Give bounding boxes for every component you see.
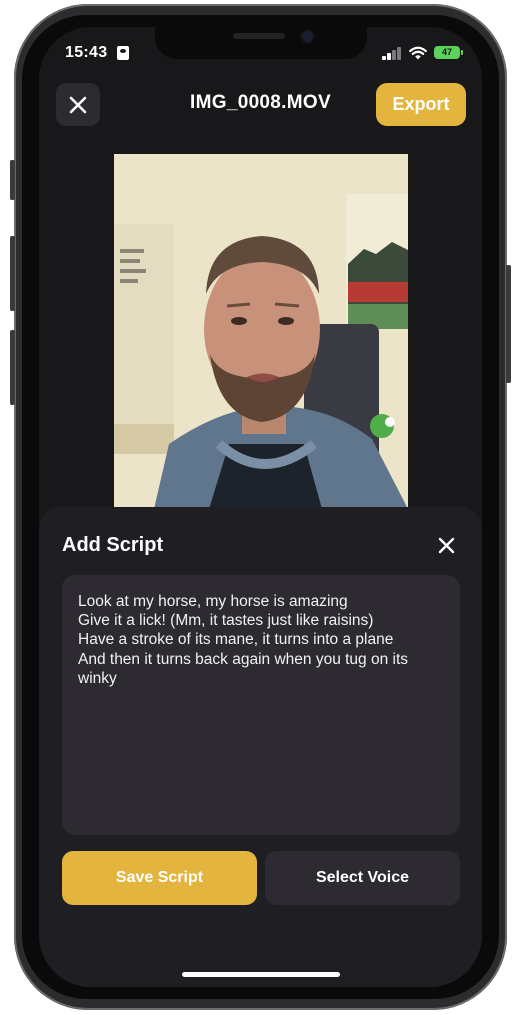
add-script-sheet: Add Script Look at my horse, my horse is…: [39, 507, 482, 987]
volume-up-button: [10, 236, 15, 311]
page-title: IMG_0008.MOV: [190, 92, 331, 113]
select-voice-button[interactable]: Select Voice: [265, 851, 460, 905]
video-frame-image: [114, 154, 408, 509]
script-textarea[interactable]: Look at my horse, my horse is amazing Gi…: [62, 575, 460, 835]
sheet-title: Add Script: [62, 534, 164, 556]
save-script-button[interactable]: Save Script: [62, 851, 257, 905]
silent-switch: [10, 160, 15, 200]
close-icon: [438, 537, 454, 553]
volume-down-button: [10, 330, 15, 405]
close-button[interactable]: [56, 83, 100, 126]
close-icon: [69, 96, 87, 113]
sheet-close-button[interactable]: [433, 532, 459, 558]
video-preview[interactable]: [114, 154, 408, 509]
earpiece-speaker: [233, 33, 285, 39]
id-card-icon: [117, 46, 129, 60]
front-camera: [302, 31, 313, 42]
wifi-icon: [409, 46, 427, 60]
notch: [155, 27, 367, 59]
export-button[interactable]: Export: [376, 83, 466, 126]
status-time: 15:43: [65, 44, 108, 61]
home-indicator[interactable]: [182, 972, 340, 977]
battery-icon: 47: [434, 46, 463, 59]
screen: 15:43 47 IMG_0008.MOV Export Add Script …: [39, 27, 482, 987]
power-button: [506, 265, 511, 383]
signal-icon: [382, 47, 402, 60]
